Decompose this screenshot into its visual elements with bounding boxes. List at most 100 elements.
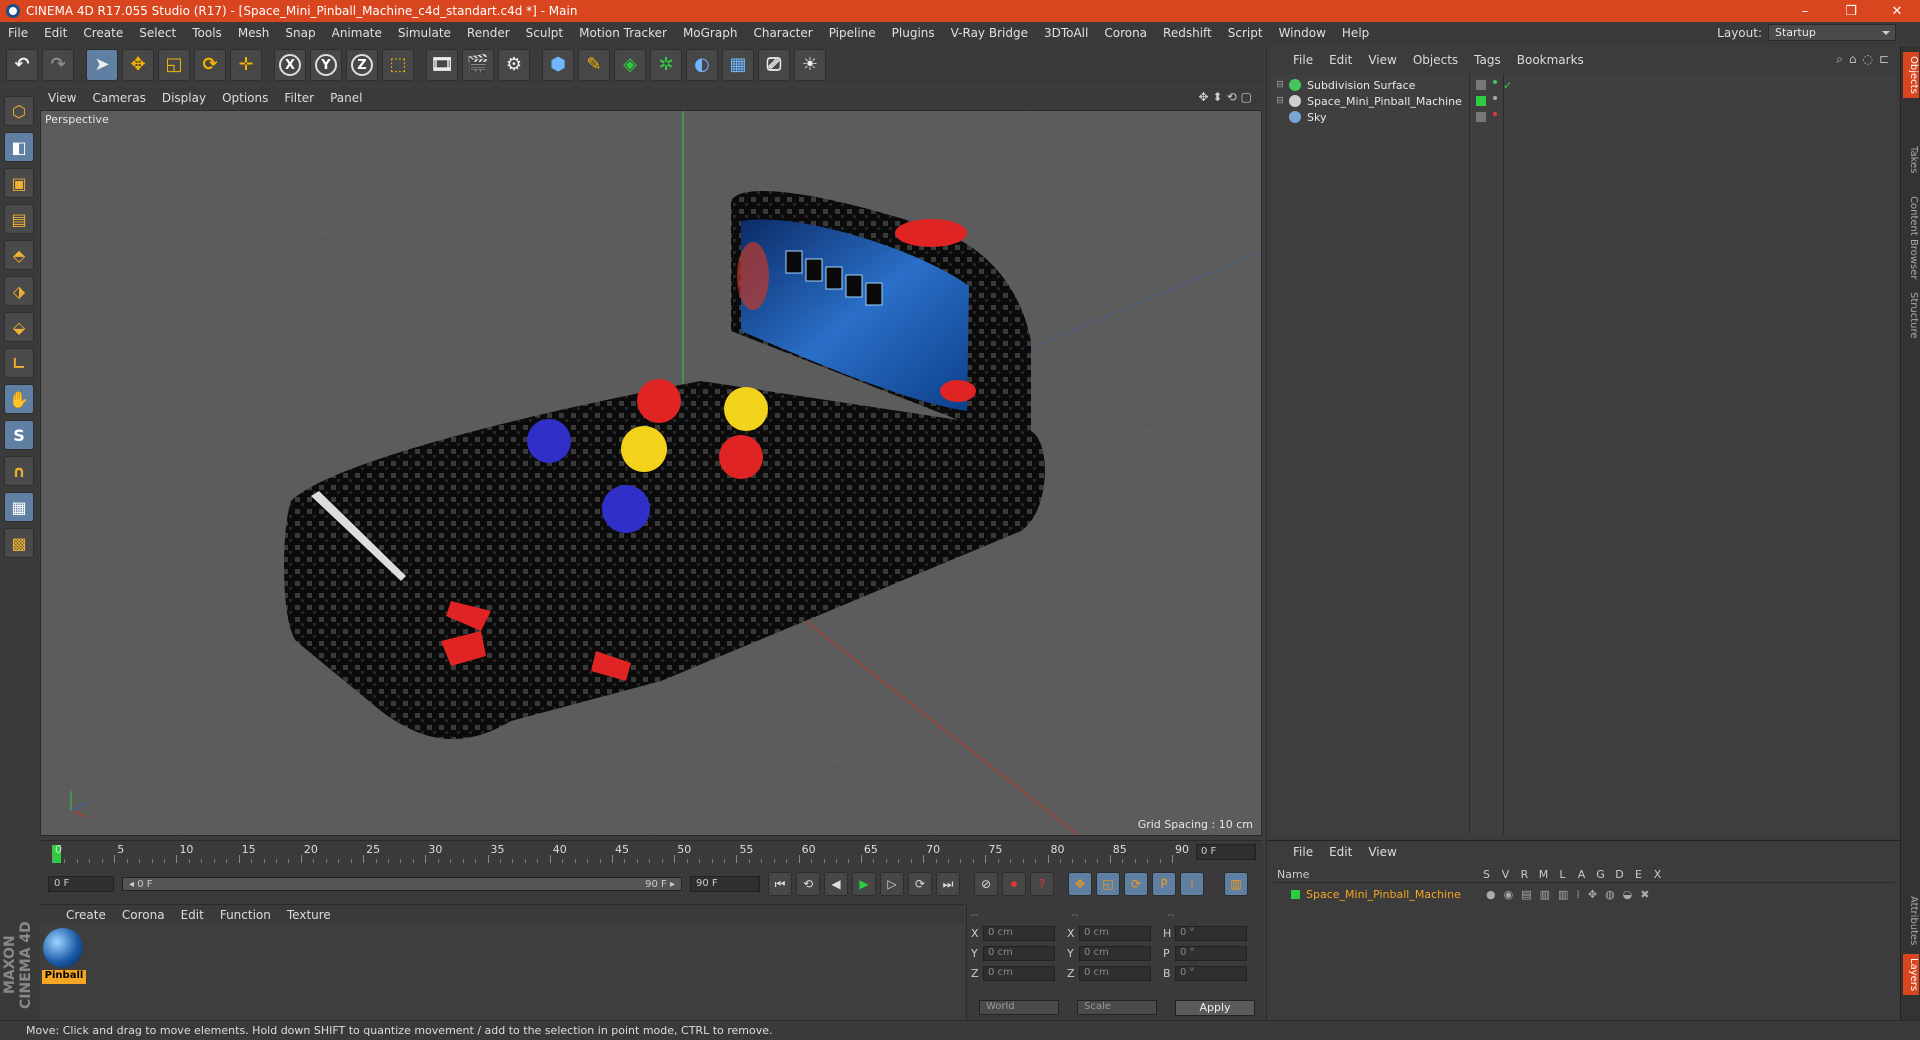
cube-icon[interactable]: ⬢: [542, 49, 574, 81]
rotate-icon[interactable]: ⟳: [194, 49, 226, 81]
texture-mode-icon[interactable]: ▣: [4, 168, 34, 198]
object-row[interactable]: Sky: [1273, 108, 1895, 126]
expand-toggle[interactable]: ⊟: [1275, 80, 1285, 90]
coordinate-system-icon[interactable]: ⬚: [382, 49, 414, 81]
next-frame-icon[interactable]: ▷: [880, 872, 904, 896]
array-icon[interactable]: ✲: [650, 49, 682, 81]
live-selection-icon[interactable]: ➤: [86, 49, 118, 81]
frame-range-slider[interactable]: ◂ 0 F 90 F ▸: [122, 877, 682, 891]
tweak-mode-icon[interactable]: ✋: [4, 384, 34, 414]
position-field[interactable]: 0 cm: [983, 965, 1055, 981]
viewport-menu-options[interactable]: Options: [214, 91, 276, 105]
size-field[interactable]: 0 cm: [1079, 965, 1151, 981]
move-icon[interactable]: ✥: [122, 49, 154, 81]
layer-flag-icons[interactable]: ●◉▤▥▥⁞✥◍◒✖: [1486, 888, 1658, 901]
menu-3dtoall[interactable]: 3DToAll: [1036, 26, 1096, 40]
y-axis-icon[interactable]: Y: [310, 49, 342, 81]
apply-button[interactable]: Apply: [1175, 1000, 1255, 1016]
menu-animate[interactable]: Animate: [324, 26, 390, 40]
current-frame-field[interactable]: 0 F: [1196, 844, 1256, 860]
object-menu-objects[interactable]: Objects: [1405, 53, 1466, 67]
timeline-window-icon[interactable]: ▥: [1224, 872, 1248, 896]
end-frame-field[interactable]: 90 F: [690, 876, 760, 892]
render-picture-viewer-icon[interactable]: 🎬: [462, 49, 494, 81]
key-scale-icon[interactable]: ◱: [1096, 872, 1120, 896]
menu-render[interactable]: Render: [459, 26, 518, 40]
size-field[interactable]: 0 cm: [1079, 945, 1151, 961]
menu-mesh[interactable]: Mesh: [230, 26, 278, 40]
restore-button[interactable]: ❐: [1828, 4, 1874, 19]
material-menu-function[interactable]: Function: [212, 908, 279, 922]
menu-help[interactable]: Help: [1334, 26, 1377, 40]
floor-icon[interactable]: ▦: [722, 49, 754, 81]
layer-menu-view[interactable]: View: [1360, 845, 1404, 859]
layer-menu-file[interactable]: File: [1285, 845, 1321, 859]
record-icon[interactable]: ⊘: [974, 872, 998, 896]
menu-select[interactable]: Select: [131, 26, 184, 40]
z-axis-icon[interactable]: Z: [346, 49, 378, 81]
layer-menu-edit[interactable]: Edit: [1321, 845, 1360, 859]
camera-icon[interactable]: ⎚: [758, 49, 790, 81]
key-rotation-icon[interactable]: ⟳: [1124, 872, 1148, 896]
visibility-check[interactable]: ✓: [1503, 79, 1512, 92]
perspective-viewport[interactable]: Perspective Grid Spacing : 10 cm: [40, 110, 1262, 836]
snap-icon[interactable]: S: [4, 420, 34, 450]
axis-mode-icon[interactable]: ∟: [4, 348, 34, 378]
layer-tag[interactable]: [1476, 80, 1486, 90]
layer-color-swatch[interactable]: [1291, 889, 1300, 899]
viewport-menu-view[interactable]: View: [40, 91, 84, 105]
rotation-field[interactable]: 0 °: [1175, 965, 1247, 981]
polygons-mode-icon[interactable]: ⬙: [4, 312, 34, 342]
next-key-icon[interactable]: ⟳: [908, 872, 932, 896]
previous-key-icon[interactable]: ⟲: [796, 872, 820, 896]
material-menu-corona[interactable]: Corona: [114, 908, 173, 922]
make-editable-icon[interactable]: ⬡: [4, 96, 34, 126]
edges-mode-icon[interactable]: ⬗: [4, 276, 34, 306]
material-menu-create[interactable]: Create: [58, 908, 114, 922]
deformer-icon[interactable]: ◐: [686, 49, 718, 81]
autokey-icon[interactable]: ⏺: [1002, 872, 1026, 896]
object-menu-file[interactable]: File: [1285, 53, 1321, 67]
menu-create[interactable]: Create: [75, 26, 131, 40]
start-frame-field[interactable]: 0 F: [48, 876, 114, 892]
scale-dropdown[interactable]: Scale: [1077, 1000, 1157, 1015]
menu-v-ray-bridge[interactable]: V-Ray Bridge: [943, 26, 1036, 40]
points-mode-icon[interactable]: ⬘: [4, 240, 34, 270]
expand-toggle[interactable]: ⊟: [1275, 96, 1285, 106]
key-parameter-icon[interactable]: P: [1152, 872, 1176, 896]
side-tab-content-browser[interactable]: Content Browser: [1903, 196, 1919, 279]
menu-motion-tracker[interactable]: Motion Tracker: [571, 26, 675, 40]
world-dropdown[interactable]: World: [979, 1000, 1059, 1015]
object-menu-view[interactable]: View: [1360, 53, 1404, 67]
size-field[interactable]: 0 cm: [1079, 925, 1151, 941]
layer-row[interactable]: Space_Mini_Pinball_Machine ●◉▤▥▥⁞✥◍◒✖: [1273, 885, 1895, 903]
position-field[interactable]: 0 cm: [983, 925, 1055, 941]
menu-redshift[interactable]: Redshift: [1155, 26, 1220, 40]
last-tool-icon[interactable]: ✛: [230, 49, 262, 81]
side-tab-objects[interactable]: Objects: [1903, 52, 1919, 98]
visibility-dot[interactable]: [1493, 96, 1497, 100]
menu-script[interactable]: Script: [1220, 26, 1271, 40]
scale-icon[interactable]: ◱: [158, 49, 190, 81]
object-menu-bookmarks[interactable]: Bookmarks: [1509, 53, 1592, 67]
render-settings-icon[interactable]: ⚙: [498, 49, 530, 81]
menu-file[interactable]: File: [0, 26, 36, 40]
subdivision-icon[interactable]: ◈: [614, 49, 646, 81]
render-view-icon[interactable]: 🎞: [426, 49, 458, 81]
keyframe-selection-icon[interactable]: ?: [1030, 872, 1054, 896]
menu-pipeline[interactable]: Pipeline: [821, 26, 884, 40]
viewport-menu-filter[interactable]: Filter: [276, 91, 322, 105]
rotation-field[interactable]: 0 °: [1175, 925, 1247, 941]
undo-icon[interactable]: ↶: [6, 49, 38, 81]
viewport-menu-cameras[interactable]: Cameras: [84, 91, 153, 105]
layer-tag[interactable]: [1476, 96, 1486, 106]
viewport-nav-icons[interactable]: ✥⬍⟲▢: [1198, 90, 1256, 104]
magnet-icon[interactable]: ∩: [4, 456, 34, 486]
material-name[interactable]: Pinball: [42, 970, 86, 984]
menu-snap[interactable]: Snap: [277, 26, 323, 40]
x-axis-icon[interactable]: X: [274, 49, 306, 81]
timeline[interactable]: 0 5 10 15 20 25 30 35 40 45 50 55 60 65 70 75 80 85 90 0 F: [40, 840, 1262, 864]
side-tab-takes[interactable]: Takes: [1903, 146, 1919, 173]
menu-mograph[interactable]: MoGraph: [675, 26, 746, 40]
layout-dropdown[interactable]: Startup: [1768, 24, 1896, 41]
